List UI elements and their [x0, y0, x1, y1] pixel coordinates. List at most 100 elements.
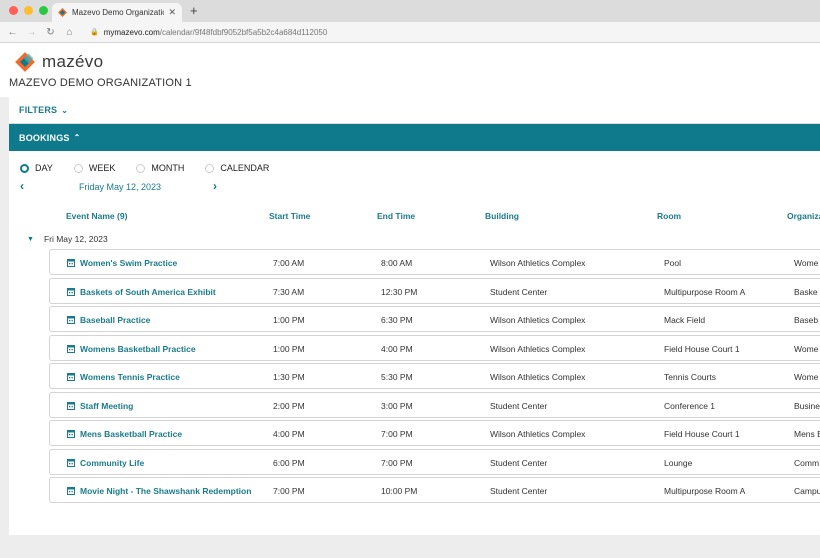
calendar-icon: [67, 401, 75, 410]
room: Lounge: [664, 457, 693, 468]
booking-row[interactable]: Baskets of South America Exhibit 7:30 AM 1…: [49, 277, 820, 304]
mazevo-favicon-icon: [58, 8, 67, 17]
event-name-link[interactable]: Womens Basketball Practice: [80, 344, 196, 354]
reload-icon[interactable]: ↻: [44, 27, 57, 38]
view-month[interactable]: MONTH: [136, 163, 184, 173]
event-name-link[interactable]: Staff Meeting: [80, 401, 133, 411]
organization: Mens B: [794, 429, 820, 439]
url-field[interactable]: mymazevo.com/calendar/9f48fdbf9052bf5a5b…: [104, 28, 328, 37]
building: Student Center: [490, 286, 548, 297]
column-header-start-time[interactable]: Start Time: [269, 211, 310, 221]
booking-row[interactable]: Womens Basketball Practice 1:00 PM 4:00 PM…: [49, 334, 820, 361]
room: Field House Court 1: [664, 429, 740, 439]
booking-row[interactable]: Movie Night - The Shawshank Redemption 7:…: [49, 477, 820, 503]
room: Mack Field: [664, 315, 706, 325]
column-header-event-name[interactable]: Event Name (9): [66, 211, 127, 221]
start-time: 7:30 AM: [273, 286, 305, 297]
maximize-window-button[interactable]: [39, 6, 48, 15]
view-day[interactable]: DAY: [20, 163, 53, 173]
organization: Comm: [794, 457, 820, 468]
start-time: 7:00 AM: [273, 258, 305, 268]
end-time: 10:00 PM: [381, 486, 418, 496]
column-header-end-time[interactable]: End Time: [377, 211, 415, 221]
calendar-icon: [67, 259, 75, 267]
organization: Campu: [794, 486, 820, 496]
window-controls: [9, 6, 48, 15]
event-name-link[interactable]: Movie Night - The Shawshank Redemption: [80, 486, 251, 496]
booking-row[interactable]: Womens Tennis Practice 1:30 PM 5:30 PM Wils…: [49, 363, 820, 389]
previous-day-chevron-left-icon[interactable]: ‹: [20, 179, 24, 193]
start-time: 1:00 PM: [273, 315, 305, 325]
end-time: 4:00 PM: [381, 343, 413, 354]
view-calendar[interactable]: CALENDAR: [205, 163, 269, 173]
radio-day[interactable]: [20, 163, 29, 173]
booking-row[interactable]: Women's Swim Practice 7:00 AM 8:00 AM Wilso…: [49, 249, 820, 275]
column-header-building[interactable]: Building: [485, 211, 519, 221]
room: Pool: [664, 258, 682, 268]
event-name-link[interactable]: Womens Tennis Practice: [80, 372, 180, 382]
minimize-window-button[interactable]: [24, 6, 33, 15]
address-bar: ← → ↻ ⌂ 🔒 mymazevo.com/calendar/9f48fdbf…: [0, 22, 820, 43]
close-window-button[interactable]: [9, 6, 18, 15]
end-time: 6:30 PM: [381, 315, 413, 325]
event-name-link[interactable]: Women's Swim Practice: [80, 258, 177, 268]
booking-row[interactable]: Baseball Practice 1:00 PM 6:30 PM Wilson At…: [49, 306, 820, 332]
date-group-header: ▼ Fri May 12, 2023: [27, 234, 108, 244]
view-week[interactable]: WEEK: [73, 163, 115, 173]
event-name-link[interactable]: Mens Basketball Practice: [80, 429, 182, 439]
app-header: mazévo MAZEVO DEMO ORGANIZATION 1: [0, 43, 820, 97]
calendar-icon: [67, 344, 75, 353]
next-day-chevron-right-icon[interactable]: ›: [213, 179, 217, 193]
browser-tab-bar: Mazevo Demo Organization 1 | ✕ +: [0, 0, 820, 22]
radio-month[interactable]: [136, 163, 146, 173]
back-icon[interactable]: ←: [6, 27, 19, 38]
end-time: 5:30 PM: [381, 372, 413, 382]
room: Multipurpose Room A: [664, 486, 746, 496]
room: Conference 1: [664, 400, 716, 411]
booking-row[interactable]: Staff Meeting 2:00 PM 3:00 PM Student Cente…: [49, 391, 820, 418]
start-time: 1:00 PM: [273, 343, 305, 354]
start-time: 6:00 PM: [273, 457, 305, 468]
calendar-icon: [67, 458, 75, 467]
organization: Baseb: [794, 315, 819, 325]
building: Wilson Athletics Complex: [490, 429, 586, 439]
column-header-organization[interactable]: Organiza: [787, 211, 820, 221]
calendar-icon: [67, 487, 75, 495]
room: Tennis Courts: [664, 372, 716, 382]
booking-row[interactable]: Mens Basketball Practice 4:00 PM 7:00 PM Wi…: [49, 420, 820, 446]
organization: Wome: [794, 343, 819, 354]
new-tab-icon[interactable]: +: [190, 3, 198, 18]
radio-week[interactable]: [73, 163, 83, 173]
radio-calendar[interactable]: [205, 163, 215, 173]
building: Wilson Athletics Complex: [490, 372, 586, 382]
event-name-link[interactable]: Baseball Practice: [80, 315, 150, 325]
logo-icon: [15, 52, 35, 72]
end-time: 12:30 PM: [381, 286, 418, 297]
forward-icon[interactable]: →: [25, 27, 38, 38]
start-time: 4:00 PM: [273, 429, 305, 439]
group-date-label: Fri May 12, 2023: [43, 234, 108, 244]
date-navigator: ‹ Friday May 12, 2023 ›: [20, 179, 220, 195]
calendar-panel: FILTERS ⌄ BOOKINGS ⌃ DAY WEEK MONTH CALE…: [9, 97, 820, 535]
booking-row[interactable]: Community Life 6:00 PM 7:00 PM Student Cent…: [49, 448, 820, 475]
event-name-link[interactable]: Baskets of South America Exhibit: [80, 287, 216, 297]
calendar-icon: [67, 430, 75, 438]
building: Student Center: [490, 400, 548, 411]
chevron-up-icon: ⌃: [73, 133, 81, 142]
organization: Wome: [794, 258, 819, 268]
current-date-link[interactable]: Friday May 12, 2023: [79, 182, 161, 192]
building: Student Center: [490, 486, 548, 496]
start-time: 2:00 PM: [273, 400, 305, 411]
bookings-label: BOOKINGS: [19, 132, 70, 143]
home-icon[interactable]: ⌂: [63, 27, 76, 38]
mazevo-logo[interactable]: mazévo: [14, 51, 103, 73]
collapse-triangle-icon[interactable]: ▼: [27, 236, 34, 243]
close-tab-icon[interactable]: ✕: [168, 7, 176, 18]
event-name-link[interactable]: Community Life: [80, 458, 144, 468]
browser-tab[interactable]: Mazevo Demo Organization 1 | ✕: [52, 3, 182, 22]
logo-text: mazévo: [42, 52, 104, 71]
organization-name: MAZEVO DEMO ORGANIZATION 1: [9, 77, 192, 89]
filters-toggle[interactable]: FILTERS ⌄: [9, 97, 820, 124]
bookings-toggle[interactable]: BOOKINGS ⌃: [9, 124, 820, 151]
column-header-room[interactable]: Room: [657, 211, 681, 221]
